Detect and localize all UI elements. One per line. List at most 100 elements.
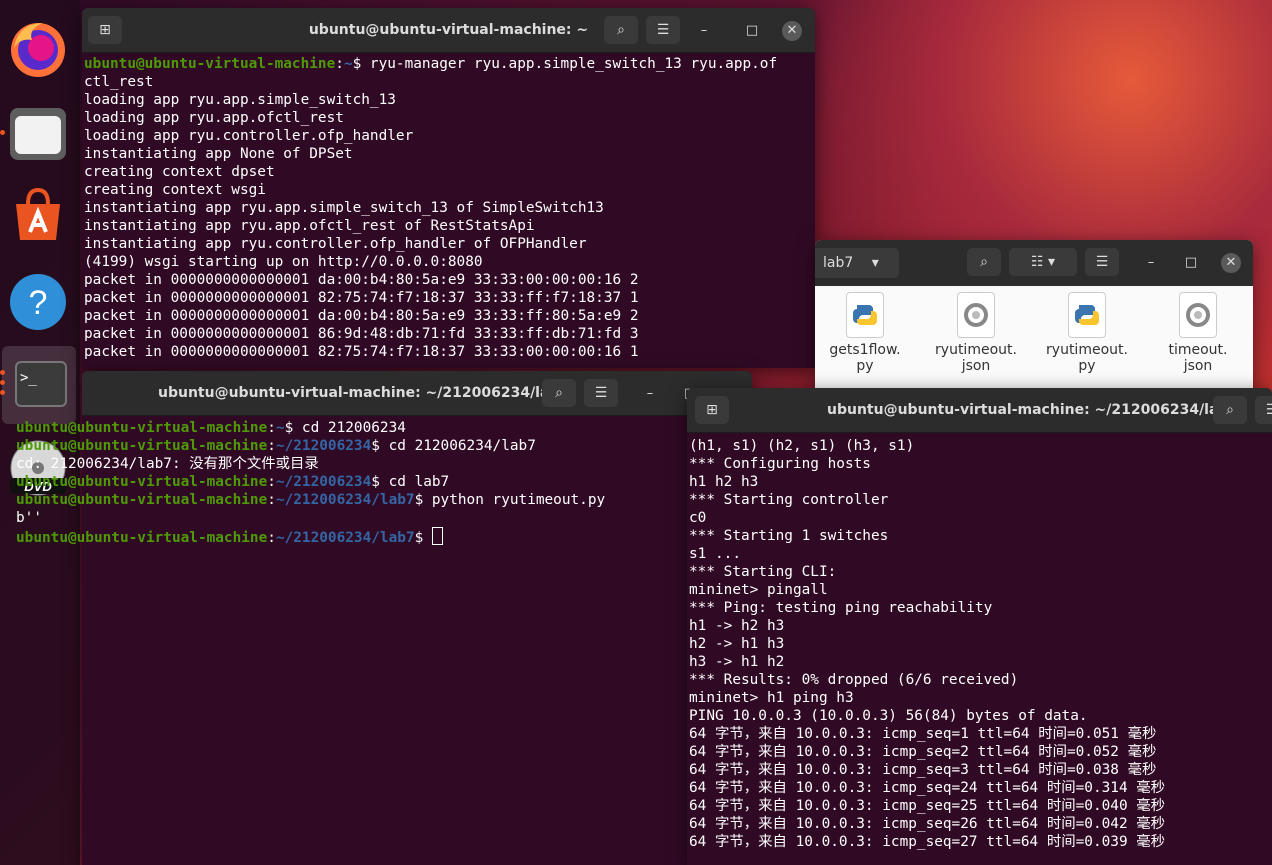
maximize-button[interactable]: □ [742, 21, 762, 41]
minimize-button[interactable]: – [1141, 253, 1161, 273]
file-item[interactable]: gets1flow. py [815, 292, 915, 374]
terminal-line: packet in 0000000000000001 82:75:74:f7:1… [84, 343, 813, 361]
chevron-down-icon: ▾ [871, 255, 879, 271]
terminal-window-ryu[interactable]: ⊞ ubuntu@ubuntu-virtual-machine: ~ ⌕ ☰ –… [82, 8, 815, 368]
terminal-line: instantiating app ryu.app.ofctl_rest of … [84, 217, 813, 235]
terminal-line: ctl_rest [84, 73, 813, 91]
line-text: loading app ryu.app.ofctl_rest [84, 110, 344, 126]
terminal-line: 64 字节，来自 10.0.0.3: icmp_seq=1 ttl=64 时间=… [689, 725, 1270, 743]
terminal-line: ubuntu@ubuntu-virtual-machine:~$ ryu-man… [84, 55, 813, 73]
search-icon: ⌕ [617, 22, 625, 38]
software-store-launcher[interactable] [8, 186, 68, 246]
minimize-button[interactable]: – [694, 21, 714, 41]
files-icon [10, 108, 66, 160]
line-text: $ [414, 530, 432, 546]
help-icon: ? [10, 274, 66, 330]
line-text: packet in 0000000000000001 82:75:74:f7:1… [84, 344, 639, 360]
close-button[interactable]: ✕ [1221, 253, 1241, 273]
firefox-launcher[interactable] [8, 18, 68, 78]
prompt-separator: : [267, 438, 276, 454]
terminal-line: b'' [16, 509, 686, 527]
line-text: instantiating app ryu.app.ofctl_rest of … [84, 218, 535, 234]
hamburger-icon: ☰ [656, 22, 670, 38]
terminal-running-indicator-3 [0, 390, 5, 395]
file-extension: json [961, 358, 991, 374]
prompt-separator: : [267, 492, 276, 508]
line-text: $ cd 212006234/lab7 [371, 438, 536, 454]
terminal-output-lab7[interactable]: ubuntu@ubuntu-virtual-machine:~$ cd 2120… [16, 419, 686, 859]
json-file-icon [1179, 292, 1217, 338]
file-item[interactable]: timeout. json [1148, 292, 1248, 374]
file-name: gets1flow. [829, 342, 901, 358]
search-button[interactable]: ⌕ [967, 248, 1001, 276]
file-manager-header: lab7 ▾ ⌕ ☷ ▾ ☰ – □ ✕ [815, 240, 1253, 286]
file-item[interactable]: ryutimeout. json [926, 292, 1026, 374]
menu-button[interactable]: ☰ [1255, 396, 1272, 424]
menu-button[interactable]: ☰ [584, 379, 618, 407]
prompt-separator: : [267, 420, 276, 436]
minimize-button[interactable]: – [640, 384, 660, 404]
prompt-path: ~/212006234/lab7 [275, 530, 415, 546]
line-text: (h1, s1) (h2, s1) (h3, s1) [689, 438, 915, 454]
terminal-running-indicator-2 [0, 380, 5, 385]
prompt-user: ubuntu@ubuntu-virtual-machine [16, 530, 268, 546]
line-text: loading app ryu.app.simple_switch_13 [84, 92, 396, 108]
line-text: cd: 212006234/lab7: 没有那个文件或目录 [16, 456, 319, 472]
file-name: ryutimeout. [935, 342, 1017, 358]
terminal-running-indicator [0, 370, 5, 375]
prompt-user: ubuntu@ubuntu-virtual-machine [16, 438, 268, 454]
prompt-user: ubuntu@ubuntu-virtual-machine [84, 56, 336, 72]
terminal-line: 64 字节，来自 10.0.0.3: icmp_seq=27 ttl=64 时间… [689, 833, 1270, 851]
close-button[interactable]: ✕ [782, 21, 802, 41]
line-text: packet in 0000000000000001 82:75:74:f7:1… [84, 290, 639, 306]
terminal-line: loading app ryu.app.simple_switch_13 [84, 91, 813, 109]
terminal-line: ubuntu@ubuntu-virtual-machine:~/21200623… [16, 527, 686, 546]
help-launcher[interactable]: ? [8, 272, 68, 332]
menu-button[interactable]: ☰ [646, 16, 680, 44]
titlebar: ⊞ ubuntu@ubuntu-virtual-machine: ~ ⌕ ☰ –… [82, 8, 815, 53]
search-button[interactable]: ⌕ [1213, 396, 1247, 424]
files-running-indicator [0, 130, 5, 135]
line-text: h1 h2 h3 [689, 474, 759, 490]
search-icon: ⌕ [980, 254, 988, 270]
search-button[interactable]: ⌕ [604, 16, 638, 44]
line-text: b'' [16, 510, 42, 526]
line-text: *** Starting CLI: [689, 564, 837, 580]
search-button[interactable]: ⌕ [542, 379, 576, 407]
files-launcher[interactable] [8, 104, 68, 164]
maximize-button[interactable]: □ [1181, 253, 1201, 273]
location-button[interactable]: lab7 ▾ [815, 248, 899, 278]
terminal-line: 64 字节，来自 10.0.0.3: icmp_seq=26 ttl=64 时间… [689, 815, 1270, 833]
svg-text:?: ? [29, 284, 48, 322]
terminal-output[interactable]: ubuntu@ubuntu-virtual-machine:~$ ryu-man… [82, 55, 815, 368]
menu-button[interactable]: ☰ [1085, 248, 1119, 276]
terminal-line: *** Starting CLI: [689, 563, 1270, 581]
line-text: mininet> h1 ping h3 [689, 690, 854, 706]
terminal-line: cd: 212006234/lab7: 没有那个文件或目录 [16, 455, 686, 473]
terminal-line: ubuntu@ubuntu-virtual-machine:~/21200623… [16, 491, 686, 509]
terminal-line: 64 字节，来自 10.0.0.3: icmp_seq=2 ttl=64 时间=… [689, 743, 1270, 761]
file-item[interactable]: ryutimeout. py [1037, 292, 1137, 374]
prompt-separator: : [267, 474, 276, 490]
line-text: h2 -> h1 h3 [689, 636, 785, 652]
terminal-line: packet in 0000000000000001 da:00:b4:80:5… [84, 271, 813, 289]
prompt-path: ~/212006234 [275, 474, 372, 490]
line-text: (4199) wsgi starting up on http://0.0.0.… [84, 254, 483, 270]
terminal-output-mininet[interactable]: (h1, s1) (h2, s1) (h3, s1) *** Configurin… [687, 437, 1272, 865]
terminal-line: loading app ryu.app.ofctl_rest [84, 109, 813, 127]
file-extension: json [1183, 358, 1213, 374]
hamburger-icon: ☰ [1095, 254, 1109, 270]
file-manager-window[interactable]: lab7 ▾ ⌕ ☷ ▾ ☰ – □ ✕ gets1flow. py ryutime… [815, 240, 1253, 390]
terminal-line: c0 [689, 509, 1270, 527]
terminal-line: h1 -> h2 h3 [689, 617, 1270, 635]
terminal-launcher[interactable]: >_ [2, 346, 76, 424]
line-text: c0 [689, 510, 707, 526]
view-toggle-button[interactable]: ☷ ▾ [1009, 248, 1077, 276]
line-text: creating context dpset [84, 164, 275, 180]
line-text: instantiating app ryu.controller.ofp_han… [84, 236, 587, 252]
terminal-line: packet in 0000000000000001 82:75:74:f7:1… [84, 289, 813, 307]
terminal-window-mininet[interactable]: ⊞ ubuntu@ubuntu-virtual-machine: ~/21200… [687, 388, 1272, 865]
terminal-line: s1 ... [689, 545, 1270, 563]
terminal-line: (h1, s1) (h2, s1) (h3, s1) [689, 437, 1270, 455]
firefox-icon [11, 23, 65, 77]
